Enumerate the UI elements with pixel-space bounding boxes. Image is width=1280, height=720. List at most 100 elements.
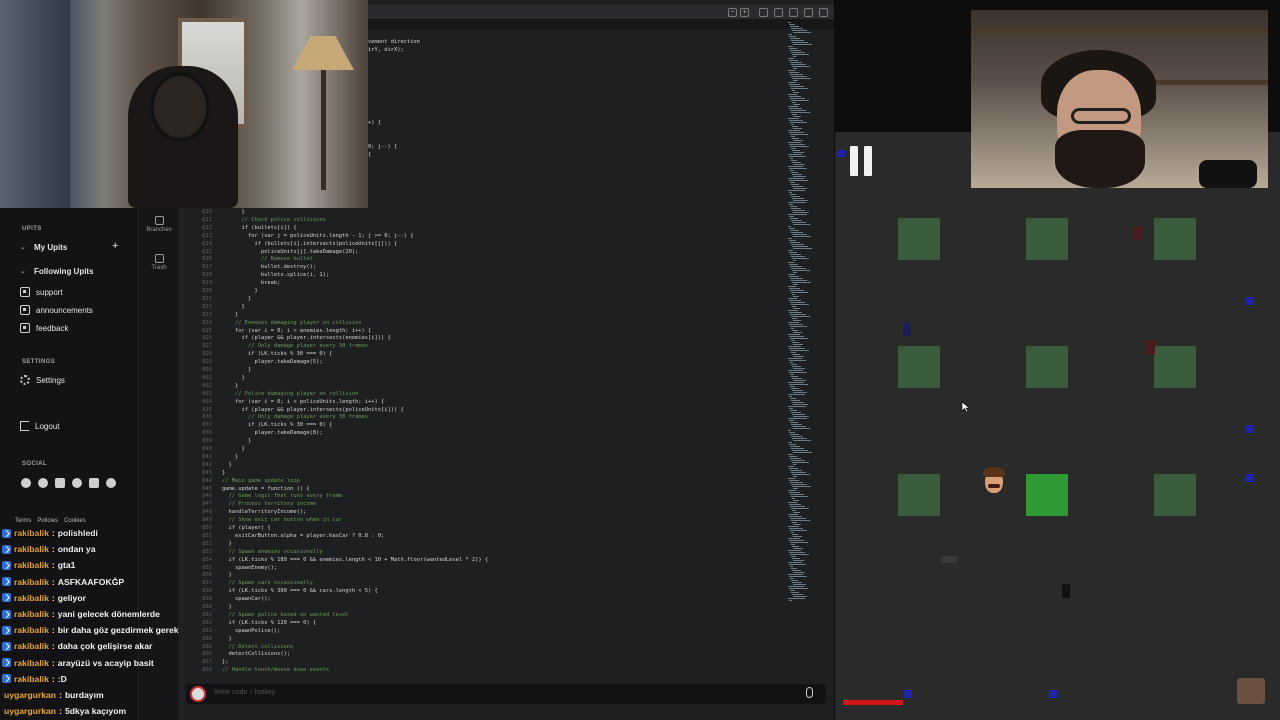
policies-link[interactable]: Policies (37, 518, 58, 524)
code-line[interactable]: 835 if (player && player.intersects(poli… (190, 406, 404, 414)
code-line[interactable]: 829 player.takeDamage(5); (190, 358, 322, 366)
cookies-link[interactable]: Cookies (64, 518, 86, 524)
code-line[interactable]: 846 // Game logic that runs every frame (190, 492, 342, 500)
code-line[interactable]: 822 } (190, 303, 244, 311)
code-line[interactable]: 830 } (190, 366, 251, 374)
zoom-in-button[interactable]: + (740, 8, 749, 17)
code-line[interactable]: 848 handleTerritoryIncome(); (190, 508, 306, 516)
add-upit-button[interactable]: + (112, 240, 118, 252)
code-line[interactable]: 811 // Check police collisions (190, 216, 326, 224)
car[interactable] (1062, 584, 1070, 598)
code-line[interactable]: 852 } (190, 540, 232, 548)
code-line[interactable]: 819 break; (190, 279, 280, 287)
code-line[interactable]: 841 } (190, 453, 238, 461)
reddit-icon[interactable] (38, 478, 48, 488)
territory-tile[interactable] (898, 474, 940, 516)
code-line[interactable]: 823 } (190, 311, 238, 319)
exit-car-button[interactable] (1237, 678, 1265, 704)
territory-tile[interactable] (1154, 474, 1196, 516)
code-line[interactable]: 817 bullet.destroy(); (190, 263, 316, 271)
territory-tile[interactable] (898, 218, 940, 260)
chat-username[interactable]: rakibalik (14, 593, 49, 603)
code-line[interactable]: 815 policeUnits[j].takeDamage(20); (190, 248, 358, 256)
territory-tile[interactable] (1026, 346, 1068, 388)
terms-link[interactable]: Terms (15, 518, 31, 524)
chat-username[interactable]: rakibalik (14, 544, 49, 554)
following-upits-toggle[interactable]: ⌄ Following Upits (20, 264, 130, 278)
code-line[interactable]: 831 } (190, 374, 244, 382)
logout-button[interactable]: Logout (20, 419, 130, 433)
territory-tile[interactable] (1026, 218, 1068, 260)
code-line[interactable]: 853 // Spawn enemies occasionally (190, 548, 322, 556)
chat-username[interactable]: rakibalik (14, 641, 49, 651)
code-line[interactable]: 859 spawnCar(); (190, 595, 270, 603)
swap-icon[interactable] (819, 8, 828, 17)
code-line[interactable]: 845 game.update = function () { (190, 485, 309, 493)
code-line[interactable]: 858 if (LK.ticks % 300 === 0 && cars.len… (190, 587, 378, 595)
code-line[interactable]: 824 // Enemies damaging player on collis… (190, 319, 361, 327)
sidebar-item-feedback[interactable]: feedback (20, 321, 130, 335)
assistant-input[interactable]: Write code ↑ hotkey (214, 689, 275, 696)
chat-username[interactable]: rakibalik (14, 577, 49, 587)
code-line[interactable]: 836 // Only damage player every 30 frame… (190, 413, 368, 421)
code-line[interactable]: 839 } (190, 437, 251, 445)
code-line[interactable]: 834 for (var i = 0; i < policeUnits.leng… (190, 398, 384, 406)
code-line[interactable]: 821 } (190, 295, 251, 303)
sidebar-item-support[interactable]: support (20, 285, 130, 299)
code-line[interactable]: 833 // Police damaging player on collisi… (190, 390, 358, 398)
editor-minimap[interactable] (788, 22, 814, 608)
territory-tile-owned[interactable] (1026, 474, 1068, 516)
code-line[interactable]: 820 } (190, 287, 257, 295)
code-line[interactable]: 866 detectCollisions(); (190, 650, 290, 658)
chat-username[interactable]: rakibalik (14, 625, 49, 635)
code-line[interactable]: 843} (190, 469, 225, 477)
code-line[interactable]: 844 // Main game update loop (190, 477, 300, 485)
instagram-icon[interactable] (89, 478, 99, 488)
code-line[interactable]: 818 bullets.splice(i, 1); (190, 271, 329, 279)
chat-username[interactable]: rakibalik (14, 609, 49, 619)
bluesky-icon[interactable] (72, 478, 82, 488)
code-line[interactable]: 857 // Spawn cars occasionally (190, 579, 313, 587)
code-line[interactable]: 812 if (bullets[i]) { (190, 224, 296, 232)
code-line[interactable]: 837 if (LK.ticks % 30 === 0) { (190, 421, 332, 429)
chat-username[interactable]: uygargurkan (4, 706, 56, 716)
territory-tile[interactable] (1154, 218, 1196, 260)
car[interactable] (1146, 340, 1155, 354)
code-line[interactable]: 861 // Spawn police based on wanted leve… (190, 611, 348, 619)
facebook-icon[interactable] (106, 478, 116, 488)
code-line[interactable]: 826 if (player && player.intersects(enem… (190, 334, 391, 342)
code-line[interactable]: 862 if (LK.ticks % 120 === 0) { (190, 619, 316, 627)
trash-button[interactable]: Trash (139, 254, 179, 271)
code-line[interactable]: 849 // Show exit car button when in car (190, 516, 342, 524)
code-line[interactable]: 860 } (190, 603, 232, 611)
pause-button[interactable] (850, 146, 874, 176)
sidebar-item-settings[interactable]: Settings (20, 373, 130, 387)
code-line[interactable]: 825 for (var i = 0; i < enemies.length; … (190, 327, 371, 335)
chat-username[interactable]: rakibalik (14, 528, 49, 538)
code-line[interactable]: 832 } (190, 382, 238, 390)
code-line[interactable]: 814 if (bullets[i].intersects(policeUnit… (190, 240, 397, 248)
settings-icon[interactable] (789, 8, 798, 17)
layout-icon[interactable] (759, 8, 768, 17)
code-line[interactable]: 868 // Handle touch/mouse down events (190, 666, 329, 674)
assistant-input-bar[interactable]: Write code ↑ hotkey (186, 684, 826, 704)
code-line[interactable]: 855 spawnEnemy(); (190, 564, 277, 572)
code-line[interactable]: 816 // Remove bullet (190, 255, 313, 263)
code-line[interactable]: 827 // Only damage player every 30 frame… (190, 342, 368, 350)
code-line[interactable]: 856 } (190, 571, 232, 579)
code-line[interactable]: 810 } (190, 208, 244, 216)
code-line[interactable]: 865 // Detect collisions (190, 643, 293, 651)
chat-username[interactable]: rakibalik (14, 674, 49, 684)
territory-tile[interactable] (898, 346, 940, 388)
code-line[interactable]: 867}; (190, 658, 228, 666)
code-line[interactable]: 847 // Process territory income (190, 500, 316, 508)
chat-username[interactable]: uygargurkan (4, 690, 56, 700)
sidebar-item-announcements[interactable]: announcements (20, 303, 130, 317)
code-line[interactable]: 842 } (190, 461, 232, 469)
chat-username[interactable]: rakibalik (14, 560, 49, 570)
code-line[interactable]: 840 } (190, 445, 244, 453)
code-line[interactable]: 864 } (190, 635, 232, 643)
discord-icon[interactable] (21, 478, 31, 488)
expand-icon[interactable] (804, 8, 813, 17)
code-line[interactable]: 854 if (LK.ticks % 180 === 0 && enemies.… (190, 556, 488, 564)
